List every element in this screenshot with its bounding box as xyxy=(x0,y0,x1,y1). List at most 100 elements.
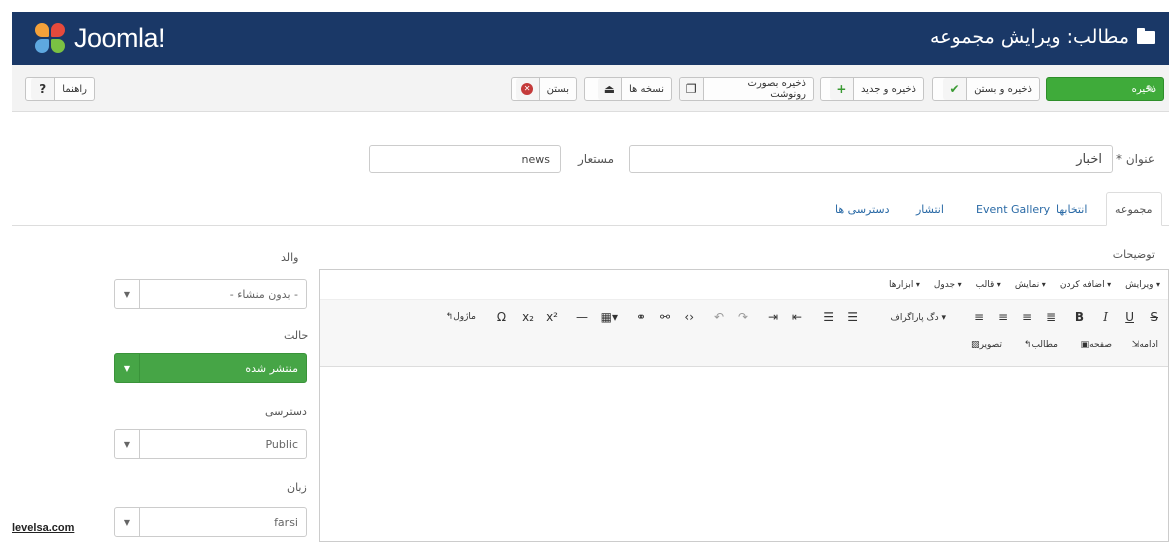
unlink-icon[interactable]: ⚯ xyxy=(660,310,670,324)
chevron-down-icon: ▼ xyxy=(115,430,140,458)
editor-menubar: ویرایش اضافه کردن نمایش قالب جدول ابزاره… xyxy=(320,270,1168,300)
description-label: توضیحات xyxy=(1112,248,1155,261)
save-and-close-label: ذخیره و بستن xyxy=(974,83,1032,95)
format-select[interactable]: دگ پاراگراف ▾ xyxy=(891,313,947,323)
state-value: منتشر شده xyxy=(245,362,298,375)
readmore-button[interactable]: ⇲ادامه xyxy=(1132,340,1158,350)
close-button[interactable]: بستن ✕ xyxy=(511,77,577,101)
parent-value: - بدون منشاء - xyxy=(229,288,298,301)
title-label: عنوان * xyxy=(1116,152,1155,166)
link-icon[interactable]: ⚭ xyxy=(636,310,646,324)
bold-icon[interactable]: B xyxy=(1075,310,1084,324)
italic-icon[interactable]: I xyxy=(1103,310,1108,324)
state-select[interactable]: ▼ منتشر شده xyxy=(114,353,307,383)
language-select[interactable]: ▼ farsi xyxy=(114,507,307,537)
image-label: تصویر xyxy=(979,340,1002,350)
archive-icon: ⏏ xyxy=(597,78,622,100)
save-and-new-button[interactable]: ذخیره و جدید + xyxy=(820,77,924,101)
subscript-icon[interactable]: x₂ xyxy=(522,310,534,324)
access-select[interactable]: ▼ Public xyxy=(114,429,307,459)
close-label: بستن xyxy=(546,83,569,95)
edit-icon: ✎ xyxy=(1145,82,1155,96)
title-input[interactable]: اخبار xyxy=(629,145,1113,173)
joomla-logo[interactable]: Joomla! xyxy=(32,20,166,56)
plus-icon: + xyxy=(829,78,854,100)
close-icon: ✕ xyxy=(515,78,540,100)
menu-format[interactable]: قالب xyxy=(976,280,1001,290)
app-header: Joomla! مطالب: ویرایش مجموعه xyxy=(12,12,1169,65)
copy-icon: ❐ xyxy=(680,78,704,100)
language-value: farsi xyxy=(274,516,298,529)
tab-publishing[interactable]: انتشار xyxy=(908,192,952,226)
alias-label: مستعار xyxy=(578,152,614,166)
align-center-icon[interactable]: ≡ xyxy=(998,310,1008,324)
align-right-icon[interactable]: ≡ xyxy=(1022,310,1032,324)
menu-table[interactable]: جدول xyxy=(934,280,962,290)
joomla-logo-icon xyxy=(32,20,68,56)
alias-input[interactable]: news xyxy=(369,145,561,173)
undo-icon[interactable]: ↶ xyxy=(714,310,724,324)
chevron-down-icon: ▼ xyxy=(115,354,140,382)
menu-insert[interactable]: اضافه کردن xyxy=(1060,280,1111,290)
editor-toolbar: S U I B ≣ ≡ ≡ ≡ دگ پاراگراف ▾ ☰ ☰ ⇤ ⇥ ↷ … xyxy=(320,300,1168,367)
editor-content-area[interactable] xyxy=(320,367,1168,541)
watermark: levelsa.com xyxy=(12,522,75,534)
tab-category[interactable]: مجموعه xyxy=(1106,192,1162,226)
module-button[interactable]: ↰ماژول xyxy=(446,312,476,322)
save-button[interactable]: ذخیره ✎ xyxy=(1046,77,1164,101)
table-icon[interactable]: ▦▾ xyxy=(601,310,618,324)
parent-label: والد xyxy=(281,251,299,264)
rich-text-editor: ویرایش اضافه کردن نمایش قالب جدول ابزاره… xyxy=(319,269,1169,542)
underline-icon[interactable]: U xyxy=(1125,310,1134,324)
pagebreak-label: صفحه xyxy=(1089,340,1112,350)
logo-text: Joomla! xyxy=(74,22,166,53)
question-icon: ? xyxy=(31,78,56,100)
strikethrough-icon[interactable]: S xyxy=(1150,310,1158,324)
pagebreak-button[interactable]: ▣صفحه xyxy=(1081,340,1112,350)
access-label: دسترسی xyxy=(265,405,307,418)
bullet-list-icon[interactable]: ☰ xyxy=(823,310,834,324)
indent-icon[interactable]: ⇥ xyxy=(768,310,778,324)
folder-icon xyxy=(1137,27,1155,44)
parent-select[interactable]: ▼ - بدون منشاء - xyxy=(114,279,307,309)
tab-bar: مجموعه انتخابها Event Gallery انتشار دست… xyxy=(12,183,1169,226)
state-label: حالت xyxy=(284,329,309,342)
menu-edit[interactable]: ویرایش xyxy=(1125,280,1160,290)
save-and-close-button[interactable]: ذخیره و بستن ✔ xyxy=(932,77,1040,101)
redo-icon[interactable]: ↷ xyxy=(738,310,748,324)
tab-event-gallery[interactable]: Event Gallery xyxy=(968,192,1058,226)
access-value: Public xyxy=(265,438,298,451)
readmore-label: ادامه xyxy=(1139,340,1158,350)
chevron-down-icon: ▼ xyxy=(115,280,140,308)
page-title-text: مطالب: ویرایش مجموعه xyxy=(930,26,1129,48)
page-title: مطالب: ویرایش مجموعه xyxy=(930,26,1155,48)
format-select-value: دگ پاراگراف xyxy=(890,313,939,323)
save-as-copy-button[interactable]: ذخیره بصورت رونوشت ❐ xyxy=(679,77,814,101)
image-button[interactable]: ▨تصویر xyxy=(971,340,1002,350)
chevron-down-icon: ▼ xyxy=(115,508,140,536)
title-value: اخبار xyxy=(1076,151,1102,167)
menu-tools[interactable]: ابزارها xyxy=(889,280,920,290)
check-icon: ✔ xyxy=(943,78,968,100)
alias-value: news xyxy=(521,152,550,166)
tab-permissions[interactable]: دسترسی ها xyxy=(827,192,898,226)
align-justify-icon[interactable]: ≣ xyxy=(1046,310,1056,324)
align-left-icon[interactable]: ≡ xyxy=(974,310,984,324)
article-button[interactable]: ↰مطالب xyxy=(1024,340,1058,350)
outdent-icon[interactable]: ⇤ xyxy=(792,310,802,324)
horizontal-rule-icon[interactable]: — xyxy=(576,310,588,324)
toolbar: ذخیره ✎ ذخیره و بستن ✔ ذخیره و جدید + ذخ… xyxy=(12,65,1169,112)
versions-button[interactable]: نسخه ها ⏏ xyxy=(584,77,672,101)
special-char-icon[interactable]: Ω xyxy=(497,310,506,324)
help-button[interactable]: راهنما ? xyxy=(25,77,95,101)
help-label: راهنما xyxy=(62,83,87,95)
article-label: مطالب xyxy=(1031,340,1058,350)
menu-view[interactable]: نمایش xyxy=(1015,280,1046,290)
save-as-copy-label: ذخیره بصورت رونوشت xyxy=(747,78,806,100)
superscript-icon[interactable]: x² xyxy=(546,310,558,324)
versions-label: نسخه ها xyxy=(628,83,664,95)
module-label: ماژول xyxy=(453,312,476,322)
numbered-list-icon[interactable]: ☰ xyxy=(847,310,858,324)
code-icon[interactable]: ‹› xyxy=(684,310,694,324)
save-and-new-label: ذخیره و جدید xyxy=(860,83,916,95)
